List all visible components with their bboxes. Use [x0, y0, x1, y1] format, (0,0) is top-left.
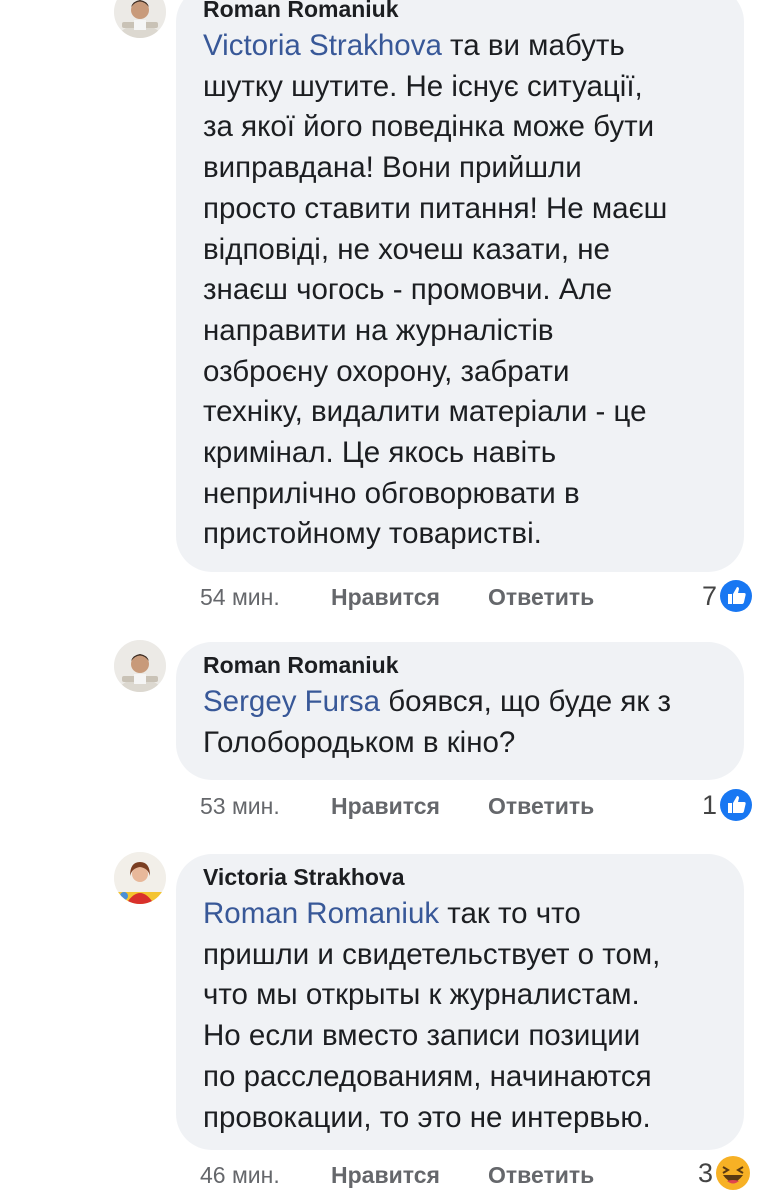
mention-link[interactable]: Victoria Strakhova — [203, 29, 442, 62]
comment-bubble: Victoria Strakhova Roman Romaniuk так то… — [176, 854, 744, 1150]
comment-text-rest: Голобородьком в кіно? — [203, 725, 516, 759]
mention-link[interactable]: Roman Romaniuk — [203, 897, 439, 930]
comment-text-first: так то что — [439, 897, 581, 930]
like-button[interactable]: Нравится — [331, 582, 440, 612]
avatar-image — [114, 0, 166, 38]
reactions[interactable]: 3 — [698, 1156, 751, 1190]
mention-link[interactable]: Sergey Fursa — [203, 685, 380, 718]
comment-bubble: Roman Romaniuk Sergey Fursa боявся, що б… — [176, 642, 744, 780]
timestamp[interactable]: 54 мин. — [200, 582, 280, 612]
reaction-count: 1 — [702, 789, 718, 820]
comment-author[interactable]: Roman Romaniuk — [203, 0, 718, 24]
reply-button[interactable]: Ответить — [488, 582, 594, 612]
reactions[interactable]: 1 — [702, 788, 753, 822]
comment-text-rest: пришли и свидетельствует о том, что мы о… — [203, 937, 661, 1134]
avatar-image — [114, 852, 166, 904]
timestamp[interactable]: 53 мин. — [200, 791, 280, 821]
timestamp[interactable]: 46 мин. — [200, 1160, 280, 1190]
like-button[interactable]: Нравится — [331, 1160, 440, 1190]
comment-text: Roman Romaniuk так то что пришли и свиде… — [203, 894, 718, 1138]
comment-bubble: Roman Romaniuk Victoria Strakhova та ви … — [176, 0, 744, 572]
like-button[interactable]: Нравится — [331, 791, 440, 821]
avatar-victoria-strakhova[interactable] — [114, 852, 166, 904]
reaction-count: 7 — [702, 580, 718, 611]
reaction-count: 3 — [698, 1157, 714, 1188]
reactions[interactable]: 7 — [702, 579, 753, 613]
comment-author[interactable]: Victoria Strakhova — [203, 862, 718, 892]
comment-actions: 53 мин. Нравится Ответить — [0, 791, 780, 821]
comment-author[interactable]: Roman Romaniuk — [203, 650, 718, 680]
comment-text-first: та ви мабуть — [441, 29, 625, 62]
reply-button[interactable]: Ответить — [488, 1160, 594, 1190]
like-icon — [719, 579, 753, 613]
avatar-roman-romaniuk[interactable] — [114, 640, 166, 692]
comment-text: Victoria Strakhova та ви мабуть шутку шу… — [203, 26, 718, 555]
avatar-image — [114, 640, 166, 692]
comment-text-rest: шутку шутите. Не існує ситуації, за якої… — [203, 69, 668, 551]
haha-icon — [715, 1155, 751, 1191]
comment-text: Sergey Fursa боявся, що буде як з Голобо… — [203, 682, 718, 763]
avatar-roman-romaniuk[interactable] — [114, 0, 166, 38]
comment-actions: 46 мин. Нравится Ответить — [0, 1160, 780, 1190]
comment-text-first: боявся, що буде як з — [380, 685, 671, 718]
like-icon — [719, 788, 753, 822]
reply-button[interactable]: Ответить — [488, 791, 594, 821]
comment-actions: 54 мин. Нравится Ответить — [0, 582, 780, 612]
